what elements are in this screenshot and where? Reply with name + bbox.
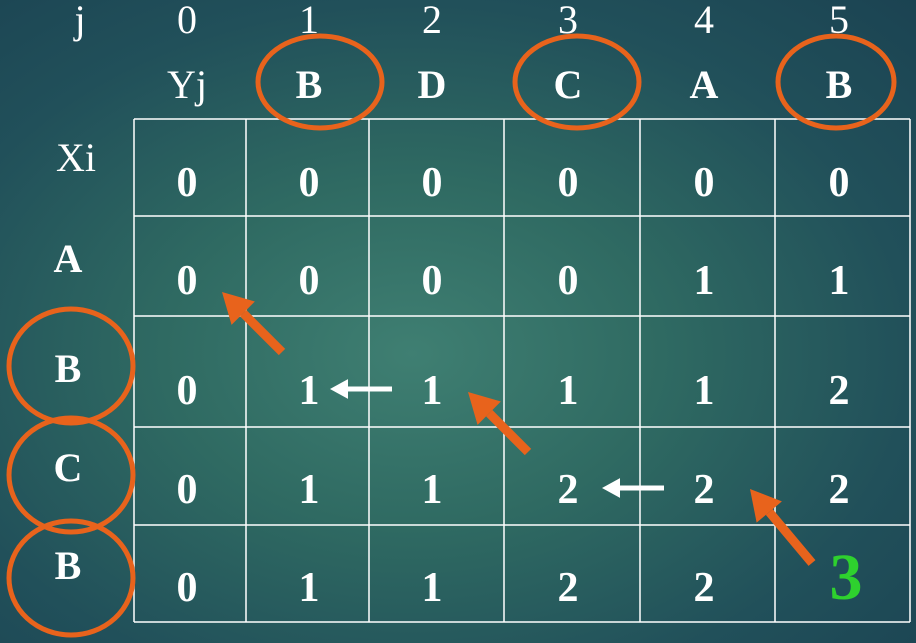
table-cell: 0 [693, 160, 715, 206]
traceback-arrow-diagonal [750, 489, 816, 566]
table-cell: 0 [557, 160, 579, 206]
result-value: 3 [829, 541, 863, 614]
table-cell: 2 [828, 368, 850, 414]
table-cell: 0 [557, 258, 579, 304]
column-index: 4 [694, 0, 714, 42]
table-cell: 1 [693, 258, 715, 304]
table-cell: 1 [828, 258, 850, 304]
table-cell: 0 [298, 258, 320, 304]
y-letter: D [417, 62, 447, 107]
table-cell: 1 [693, 368, 715, 414]
table-cell: 1 [421, 368, 443, 414]
traceback-arrow-left [330, 379, 392, 399]
table-cell: 1 [298, 368, 320, 414]
x-letter: A [53, 236, 83, 281]
table-cell: 2 [693, 565, 715, 611]
y-letter: B [295, 62, 323, 107]
table-cell: 2 [693, 467, 715, 513]
table-cell: 0 [176, 160, 198, 206]
table-cell: 2 [557, 565, 579, 611]
table-cell: 1 [421, 467, 443, 513]
table-cell: 2 [828, 467, 850, 513]
traceback-arrow-left [602, 478, 664, 498]
column-index: 0 [177, 0, 197, 42]
lcs-overlay [6, 33, 911, 638]
label-yj: Yj [167, 62, 207, 107]
table-cell: 1 [557, 368, 579, 414]
table-cell: 1 [298, 565, 320, 611]
y-letter: C [553, 62, 583, 107]
column-index: 2 [422, 0, 442, 42]
highlight-circles [6, 33, 897, 638]
table-cell: 0 [298, 160, 320, 206]
table-cell: 1 [421, 565, 443, 611]
label-xi: Xi [56, 135, 96, 180]
traceback-arrow-diagonal [222, 292, 286, 356]
label-j: j [74, 0, 86, 42]
x-letter: B [54, 543, 82, 588]
y-letter: A [689, 62, 719, 107]
y-letter: B [825, 62, 853, 107]
table-cell: 2 [557, 467, 579, 513]
column-index: 3 [558, 0, 578, 42]
table-cell: 0 [176, 368, 198, 414]
table-cell: 0 [828, 160, 850, 206]
x-letter: B [54, 346, 82, 391]
table-cell: 0 [176, 467, 198, 513]
column-index: 1 [299, 0, 319, 42]
table-cell: 0 [176, 258, 198, 304]
x-letter: C [53, 445, 83, 490]
table-cell: 0 [176, 565, 198, 611]
table-cell: 1 [298, 467, 320, 513]
table-cell: 0 [421, 258, 443, 304]
column-index: 5 [829, 0, 849, 42]
table-cell: 0 [421, 160, 443, 206]
traceback-arrow-diagonal [468, 392, 532, 456]
